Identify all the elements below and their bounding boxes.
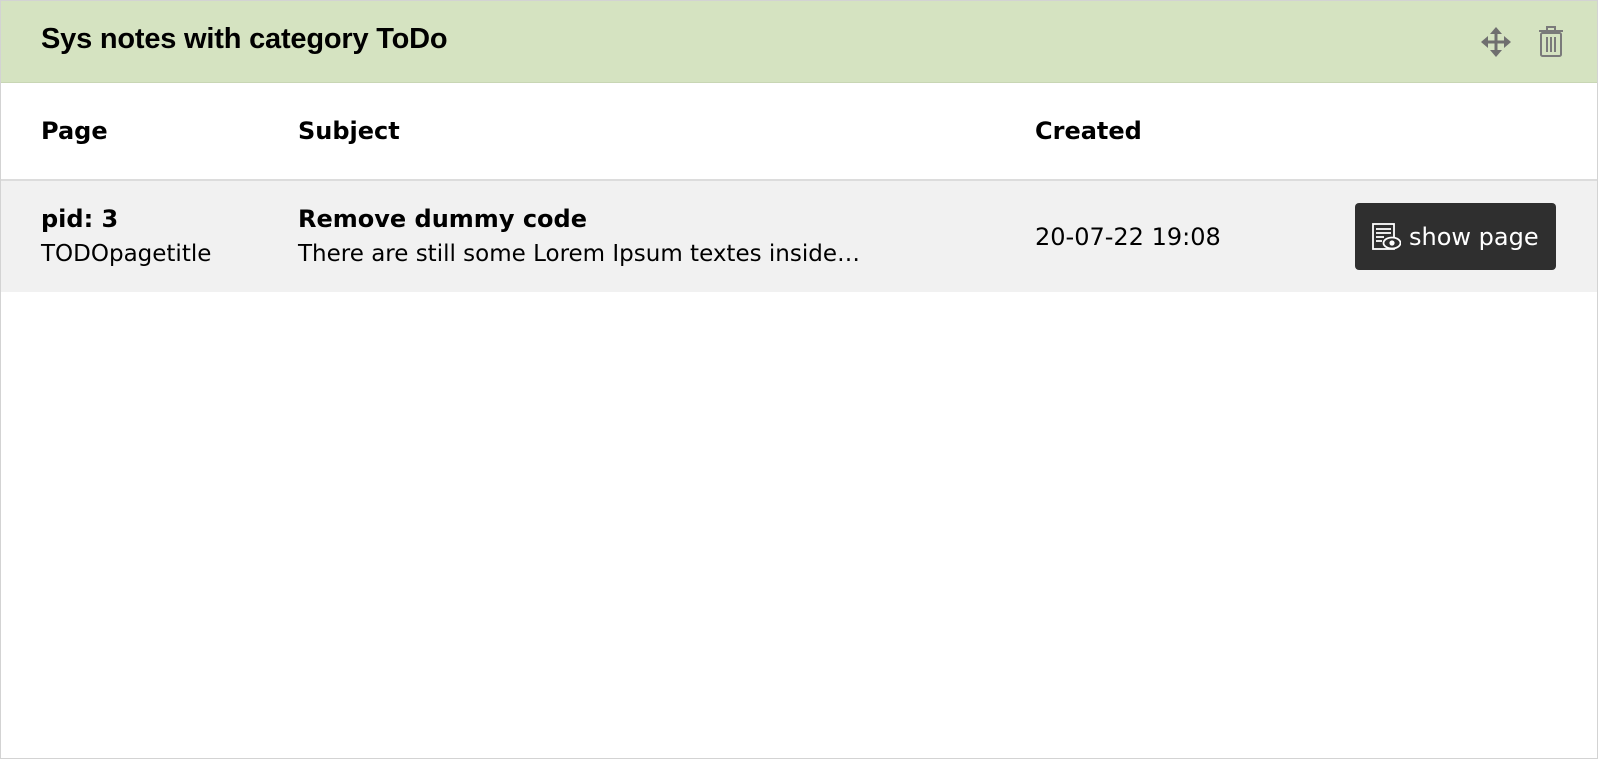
action-cell: show page [1355, 180, 1597, 292]
table-header-row: Page Subject Created [1, 83, 1597, 181]
move-arrows-icon [1481, 27, 1511, 57]
notes-table: Page Subject Created pid: 3 TODOpagetitl… [1, 83, 1597, 292]
move-widget-button[interactable] [1479, 25, 1513, 59]
widget-title: Sys notes with category ToDo [41, 23, 448, 55]
page-title: TODOpagetitle [41, 240, 212, 267]
widget-header: Sys notes with category ToDo [1, 1, 1597, 83]
note-subject: Remove dummy code [298, 204, 587, 233]
column-header-action [1355, 83, 1597, 181]
page-id: pid: 3 [41, 204, 119, 233]
show-page-button[interactable]: show page [1355, 203, 1556, 270]
table-row: pid: 3 TODOpagetitle Remove dummy code T… [1, 180, 1597, 292]
show-page-label: show page [1409, 222, 1539, 251]
dashboard-widget: Sys notes with category ToDo Page Subjec… [0, 0, 1598, 759]
delete-widget-button[interactable] [1534, 25, 1568, 59]
column-header-page: Page [1, 83, 298, 181]
note-excerpt: There are still some Lorem Ipsum textes … [298, 240, 860, 267]
subject-cell: Remove dummy code There are still some L… [298, 180, 1035, 292]
page-cell: pid: 3 TODOpagetitle [1, 180, 298, 292]
column-header-subject: Subject [298, 83, 1035, 181]
page-preview-icon [1371, 222, 1401, 252]
created-cell: 20-07-22 19:08 [1035, 180, 1355, 292]
trash-icon [1539, 26, 1563, 57]
column-header-created: Created [1035, 83, 1355, 181]
created-date: 20-07-22 19:08 [1035, 222, 1221, 251]
